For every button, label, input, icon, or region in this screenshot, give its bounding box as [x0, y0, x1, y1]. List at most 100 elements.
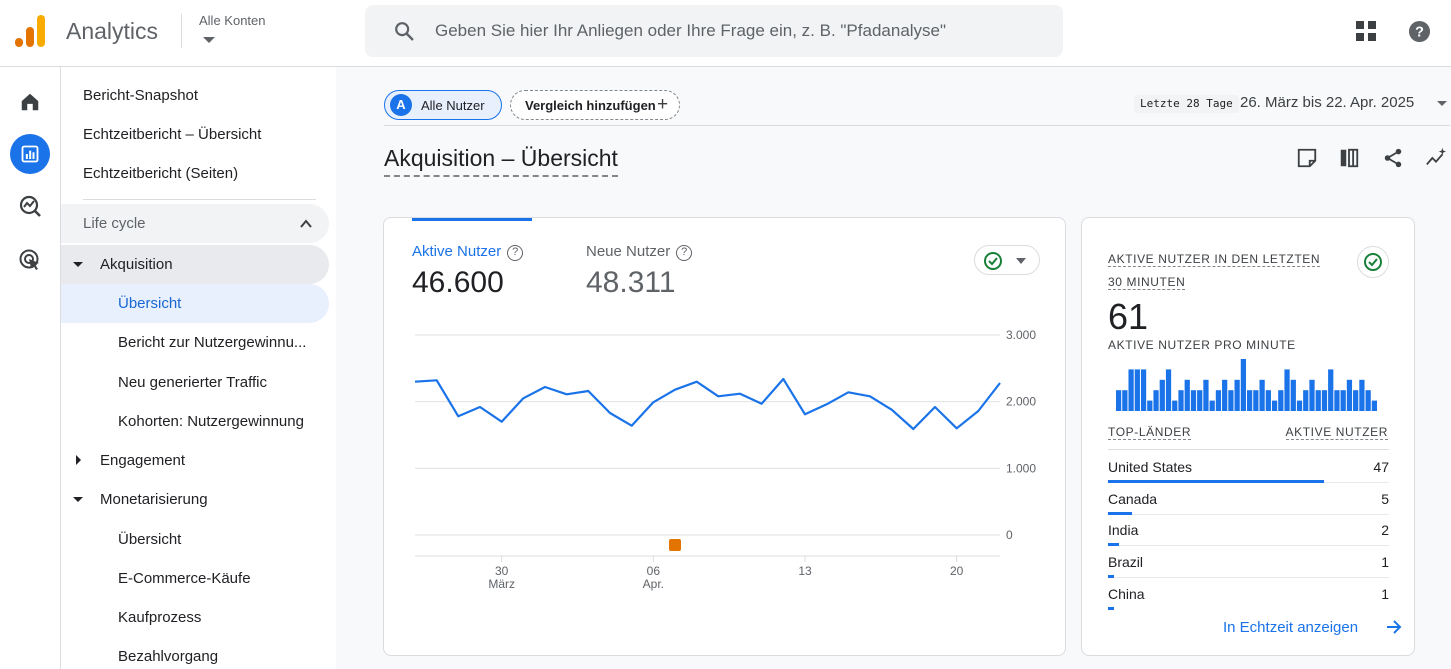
segment-chip[interactable]: A Alle Nutzer [384, 90, 502, 120]
country-value: 2 [1381, 522, 1389, 538]
per-minute-bar [1353, 390, 1359, 411]
nav-section-acquisition[interactable]: Akquisition [61, 245, 329, 284]
x-tick-month-label: März [488, 577, 515, 591]
advertising-icon[interactable] [10, 240, 50, 280]
per-minute-bar-chart [1116, 359, 1377, 411]
per-minute-bar [1228, 390, 1234, 411]
per-minute-bar [1140, 369, 1147, 411]
per-minute-bar [1240, 359, 1246, 411]
per-minute-bar [1172, 400, 1178, 411]
per-minute-label: AKTIVE NUTZER PRO MINUTE [1108, 338, 1296, 352]
nav-item-snapshot[interactable]: Bericht-Snapshot [83, 87, 198, 104]
date-preset-badge[interactable]: Letzte 28 Tage [1134, 95, 1239, 113]
search-icon [395, 22, 414, 41]
per-minute-bar [1303, 390, 1309, 411]
add-comparison-button[interactable]: Vergleich hinzufügen + [510, 90, 680, 120]
nav-item-acquisition-overview[interactable]: Übersicht [61, 284, 329, 323]
per-minute-bar [1321, 390, 1328, 411]
line-chart: 3.000 2.000 1.000 0 30März 06Apr. 13 20 [414, 328, 1036, 591]
per-minute-bar [1290, 379, 1296, 411]
per-minute-bar [1190, 390, 1197, 411]
share-icon[interactable] [1382, 147, 1404, 169]
view-realtime-link[interactable]: In Echtzeit anzeigen [1223, 619, 1358, 636]
nav-item-realtime-pages[interactable]: Echtzeitbericht (Seiten) [83, 165, 238, 182]
search-input[interactable] [435, 5, 1035, 57]
per-minute-bar [1284, 369, 1290, 411]
per-minute-bar [1359, 379, 1365, 411]
realtime-count: 61 [1108, 296, 1149, 337]
x-tick-label: 20 [950, 564, 964, 578]
per-minute-bar [1247, 390, 1253, 411]
y-tick-label: 2.000 [1006, 395, 1036, 409]
nav-item-monetization-overview[interactable]: Übersicht [61, 520, 329, 559]
x-tick-month-label: Apr. [643, 577, 664, 591]
table-row: China 1 [1108, 578, 1389, 610]
lifecycle-group-header[interactable]: Life cycle [61, 204, 329, 243]
nav-item-ecommerce[interactable]: E-Commerce-Käufe [61, 559, 329, 598]
per-minute-bar [1209, 400, 1215, 411]
nav-item-purchase-journey[interactable]: Kaufprozess [61, 598, 329, 637]
per-minute-bar [1346, 379, 1353, 411]
left-rail [0, 67, 61, 669]
table-divider [1108, 449, 1389, 450]
series-line-active-users [414, 377, 1001, 431]
realtime-heading-line2: 30 MINUTEN [1108, 275, 1186, 290]
date-range[interactable]: 26. März bis 22. Apr. 2025 [1240, 94, 1414, 111]
top-countries-header: TOP-LÄNDER [1108, 425, 1192, 440]
analytics-logo[interactable] [15, 14, 47, 48]
caret-down-icon [73, 497, 83, 502]
divider [181, 14, 182, 48]
nav-item-realtime-overview[interactable]: Echtzeitbericht – Übersicht [83, 126, 261, 143]
search-bar[interactable] [365, 5, 1063, 57]
apps-grid-icon[interactable] [1356, 21, 1376, 41]
per-minute-bar [1315, 390, 1321, 411]
per-minute-bar [1278, 390, 1284, 411]
country-share-bar [1108, 607, 1115, 610]
realtime-status-button[interactable] [1357, 246, 1389, 278]
table-row: Brazil 1 [1108, 546, 1389, 578]
chevron-up-icon[interactable] [299, 217, 313, 231]
date-caret-down-icon[interactable] [1437, 101, 1447, 106]
account-selector-label[interactable]: Alle Konten [199, 13, 266, 28]
per-minute-bar [1309, 379, 1315, 411]
x-tick-label: 06 [647, 564, 661, 578]
per-minute-bar [1197, 390, 1203, 411]
per-minute-bar [1128, 369, 1134, 411]
country-name: India [1108, 522, 1139, 538]
per-minute-bar [1222, 379, 1228, 411]
active-users-header: AKTIVE NUTZER [1285, 425, 1388, 440]
per-minute-bar [1159, 379, 1165, 411]
nav-item-checkout[interactable]: Bezahlvorgang [61, 637, 329, 669]
nav-item-label: Kaufprozess [118, 609, 202, 626]
country-value: 47 [1373, 459, 1389, 475]
per-minute-bar [1122, 390, 1128, 411]
home-icon[interactable] [10, 82, 50, 122]
y-tick-label: 3.000 [1006, 328, 1036, 342]
country-value: 1 [1381, 554, 1389, 570]
nav-divider [83, 199, 316, 200]
nav-item-user-acquisition[interactable]: Bericht zur Nutzergewinnu... [61, 323, 329, 362]
insights-icon[interactable] [1425, 147, 1447, 169]
help-icon[interactable]: ? [1408, 20, 1431, 43]
compare-columns-icon[interactable] [1338, 147, 1360, 169]
per-minute-bar [1165, 369, 1172, 411]
customize-report-icon[interactable] [1296, 147, 1318, 169]
reports-icon[interactable] [10, 134, 50, 174]
app-title[interactable]: Analytics [66, 18, 158, 45]
nav-item-label: E-Commerce-Käufe [118, 570, 251, 587]
per-minute-bar [1153, 390, 1159, 411]
nav-item-traffic-acquisition[interactable]: Neu generierter Traffic [61, 363, 329, 402]
report-navigation: Bericht-Snapshot Echtzeitbericht – Übers… [61, 67, 336, 669]
nav-item-cohorts[interactable]: Kohorten: Nutzergewinnung [61, 402, 329, 441]
nav-item-label: Übersicht [118, 531, 182, 548]
page-title[interactable]: Akquisition – Übersicht [384, 145, 618, 177]
account-caret-down-icon[interactable] [203, 37, 215, 43]
realtime-heading[interactable]: AKTIVE NUTZER IN DEN LETZTEN 30 MINUTEN [1108, 248, 1338, 294]
nav-section-monetization[interactable]: Monetarisierung [61, 480, 329, 519]
lifecycle-label: Life cycle [83, 215, 146, 232]
per-minute-bar [1371, 400, 1377, 411]
segment-badge: A [390, 94, 412, 116]
explore-icon[interactable] [10, 186, 50, 226]
nav-section-engagement[interactable]: Engagement [61, 441, 329, 480]
arrow-right-icon[interactable] [1385, 618, 1403, 636]
